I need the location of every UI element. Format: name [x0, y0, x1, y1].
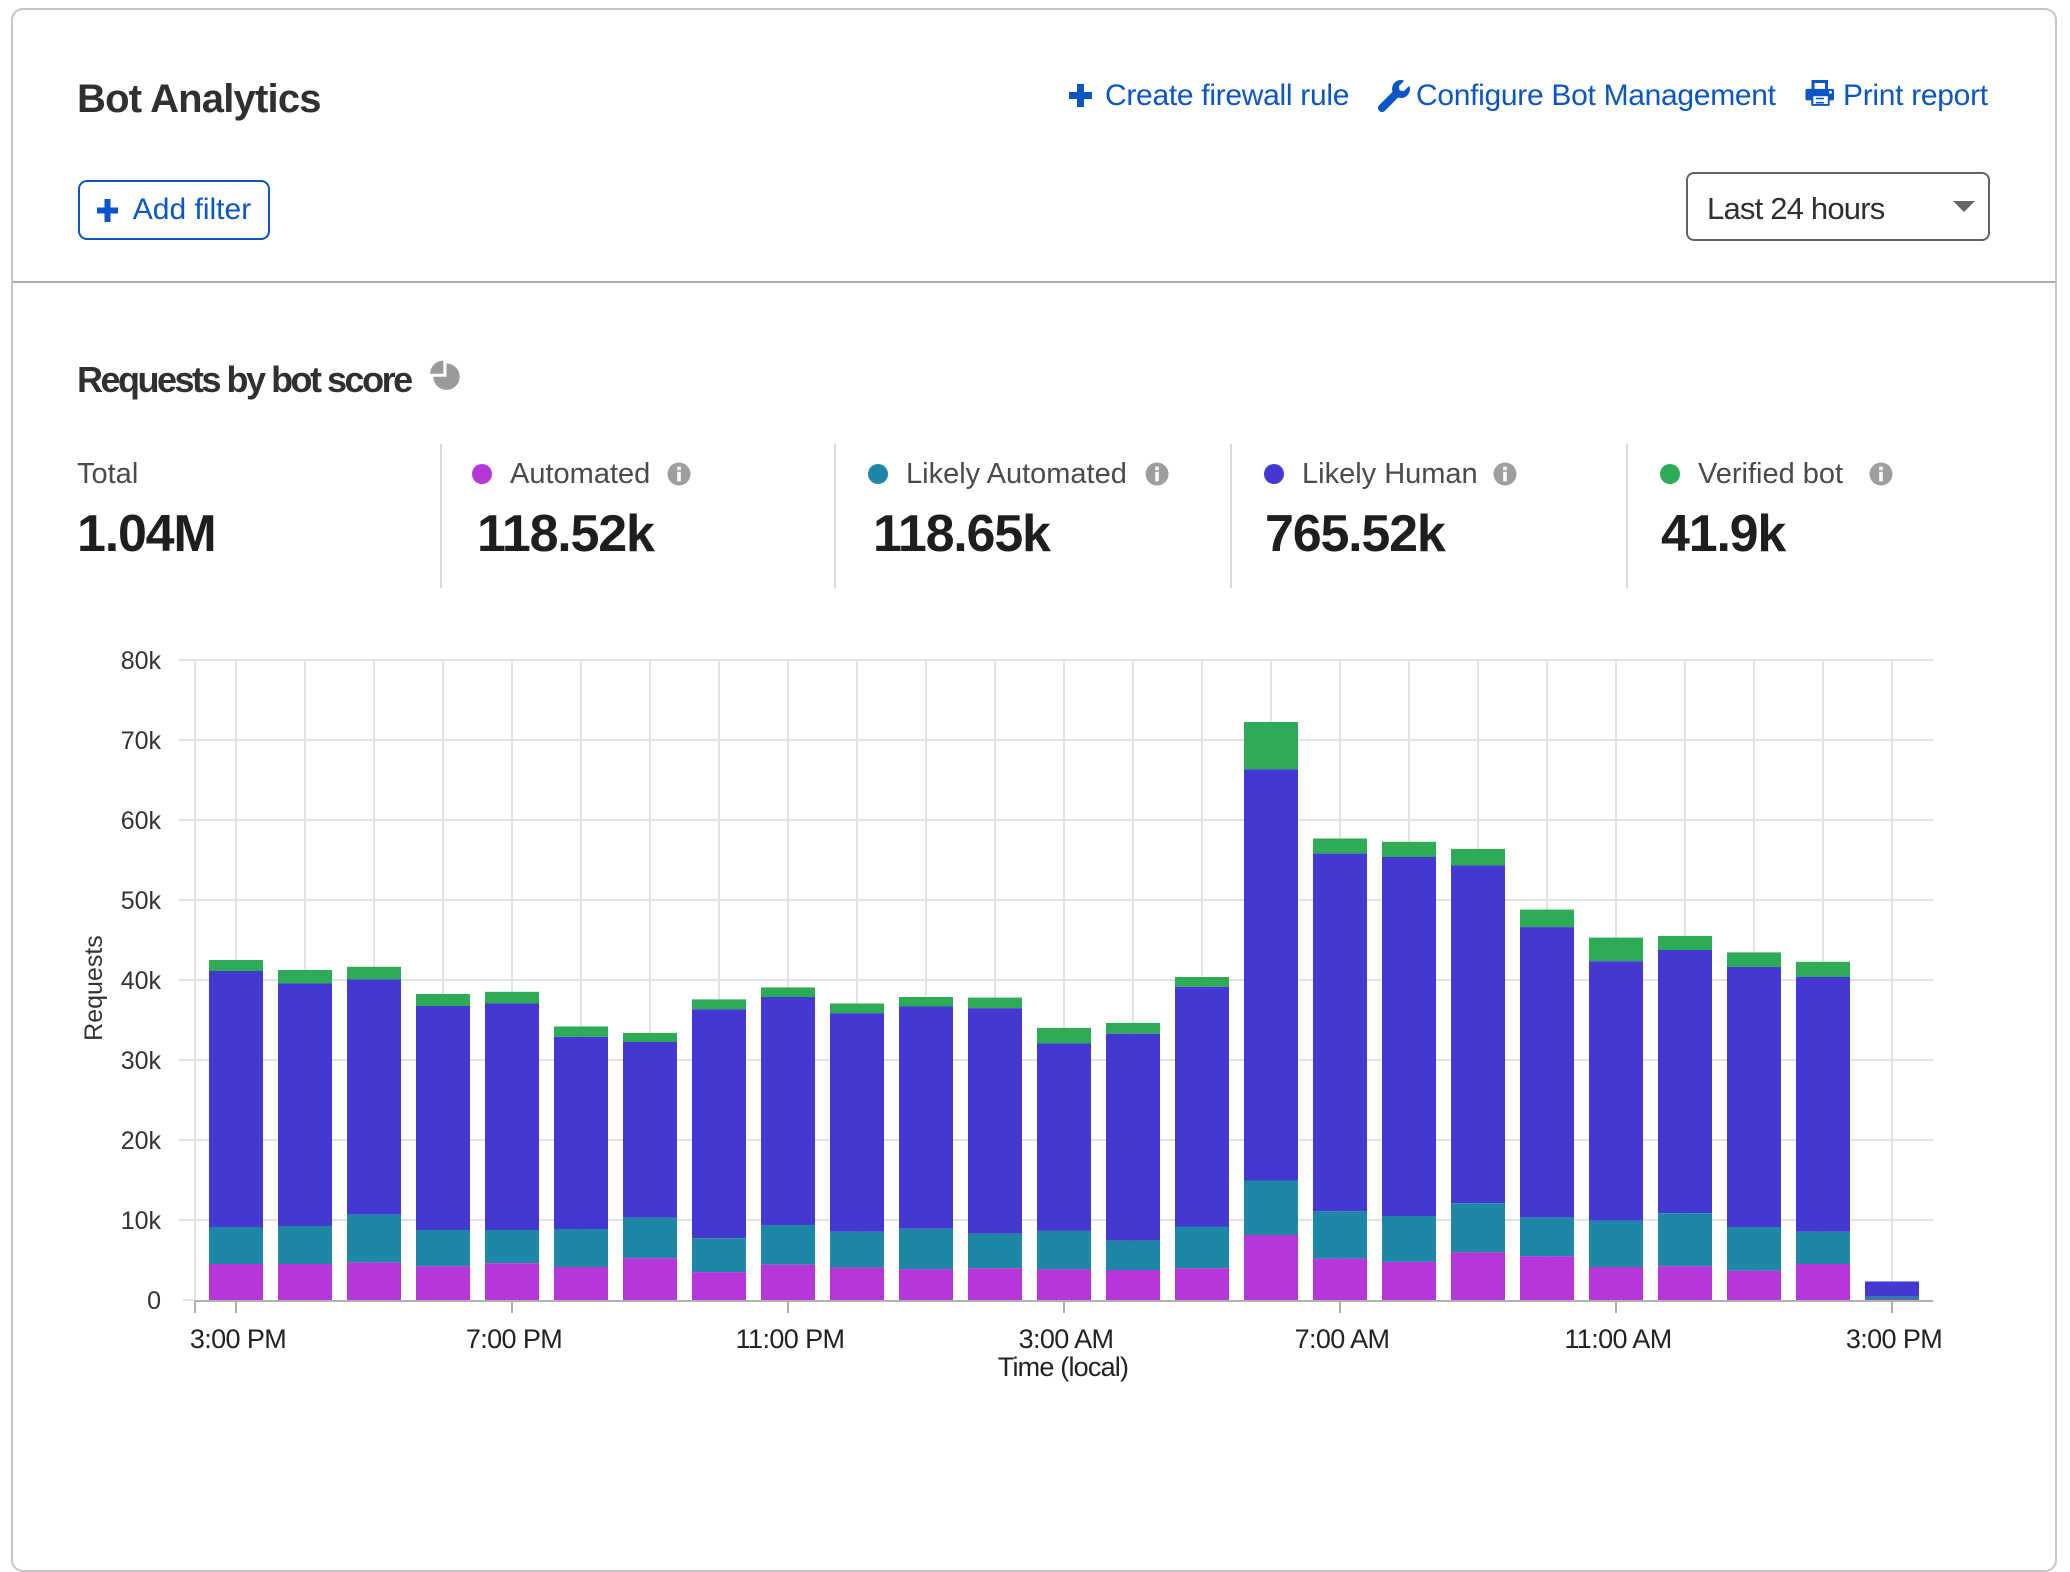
- svg-text:Time (local): Time (local): [998, 1352, 1128, 1382]
- svg-text:3:00 PM: 3:00 PM: [1846, 1324, 1942, 1354]
- svg-text:3:00 PM: 3:00 PM: [190, 1324, 286, 1354]
- svg-text:40k: 40k: [121, 967, 162, 995]
- svg-text:7:00 AM: 7:00 AM: [1295, 1324, 1390, 1354]
- svg-text:30k: 30k: [121, 1047, 162, 1075]
- svg-text:50k: 50k: [121, 887, 162, 915]
- svg-text:Requests: Requests: [80, 935, 108, 1041]
- svg-text:60k: 60k: [121, 807, 162, 835]
- svg-text:80k: 80k: [121, 647, 162, 675]
- svg-text:3:00 AM: 3:00 AM: [1019, 1324, 1114, 1354]
- svg-text:7:00 PM: 7:00 PM: [466, 1324, 562, 1354]
- svg-text:11:00 AM: 11:00 AM: [1564, 1324, 1671, 1354]
- svg-text:20k: 20k: [121, 1127, 162, 1155]
- svg-text:10k: 10k: [121, 1207, 162, 1235]
- svg-text:0: 0: [147, 1287, 161, 1315]
- svg-text:11:00 PM: 11:00 PM: [736, 1324, 845, 1354]
- svg-text:70k: 70k: [121, 727, 162, 755]
